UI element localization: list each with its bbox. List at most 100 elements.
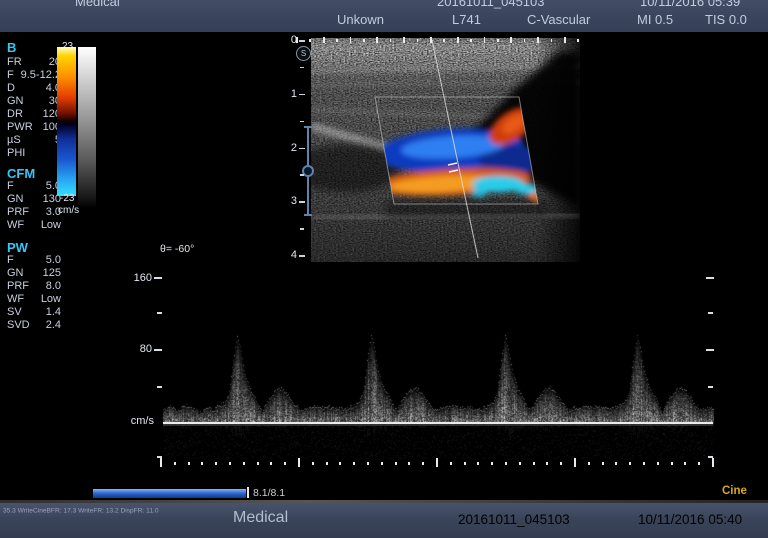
time-tick-minor [326, 462, 328, 465]
param-row: FR20 [7, 56, 59, 69]
param-value: 8.0 [46, 280, 61, 293]
ruler-dot [497, 39, 499, 42]
width-ruler [296, 37, 578, 45]
preset-label: C-Vascular [527, 12, 590, 27]
time-tick-minor [312, 462, 314, 465]
time-tick-minor [519, 462, 521, 465]
colorbar-min-label: -23 [60, 193, 74, 204]
cfm-params: F5.0GN130PRF3.0WFLow [7, 180, 59, 232]
param-row: PWR100 [7, 121, 59, 134]
time-tick-minor [367, 462, 369, 465]
probe-label: L741 [452, 12, 481, 27]
velocity-tick [157, 386, 162, 388]
time-tick-minor [505, 462, 507, 465]
param-label: PHI [7, 147, 25, 159]
depth-tick-major [299, 255, 305, 257]
frame-rate-debug-text: 35.3 WriteCineBFR: 17.3 WriteFR: 13.2 Di… [3, 507, 159, 514]
param-label: GN [7, 267, 24, 279]
time-tick-minor [615, 462, 617, 465]
depth-tick-major [299, 40, 305, 42]
time-tick-minor [201, 462, 203, 465]
velocity-tick [706, 349, 714, 351]
pw-params: F5.0GN125PRF8.0WFLowSV1.4SVD2.4 [7, 254, 59, 332]
gate-depth-marker[interactable] [302, 165, 314, 177]
datetime-top: 10/11/2016 05:39 [640, 0, 740, 9]
ruler-dot [390, 39, 392, 42]
app-title-bottom: Medical [233, 509, 288, 527]
time-tick-minor [533, 462, 535, 465]
time-tick-minor [491, 462, 493, 465]
param-label: SV [7, 306, 22, 318]
time-tick-minor [215, 462, 217, 465]
time-tick-minor [546, 462, 548, 465]
gray-map-bar [78, 47, 96, 208]
bracket-top-cap [304, 126, 312, 128]
ruler-tick [564, 37, 566, 43]
ruler-dot [551, 39, 553, 42]
cine-progress-bar[interactable] [93, 489, 246, 498]
vendor-logo: S [296, 46, 311, 61]
depth-tick-major [299, 201, 305, 203]
ruler-dot [577, 39, 579, 42]
depth-label: 1 [283, 88, 297, 100]
ruler-tick [403, 37, 405, 43]
depth-tick-minor [300, 121, 304, 123]
mi-value: MI 0.5 [637, 12, 673, 27]
param-label: GN [7, 193, 24, 205]
cfm-colorbar [57, 47, 76, 196]
ruler-dot [309, 39, 311, 42]
spectral-baseline[interactable] [163, 422, 713, 424]
time-tick-minor [671, 462, 673, 465]
ruler-dot [336, 39, 338, 42]
time-tick-minor [408, 462, 410, 465]
depth-tick-minor [300, 174, 304, 176]
bracket-bottom-cap [304, 214, 312, 216]
depth-label: 4 [283, 249, 297, 261]
time-tick-minor [464, 462, 466, 465]
param-row: SVD2.4 [7, 319, 59, 332]
velocity-unit-label: cm/s [120, 415, 154, 427]
time-tick-minor [602, 462, 604, 465]
time-tick-minor [629, 462, 631, 465]
time-tick-minor [284, 462, 286, 465]
ruler-tick [350, 37, 352, 43]
study-id-top: 20161011_045103 [437, 0, 545, 9]
ruler-dot [443, 39, 445, 42]
param-label: F [7, 69, 14, 81]
time-tick-minor [257, 462, 259, 465]
time-tick-minor [560, 462, 562, 465]
velocity-tick [154, 277, 162, 279]
param-label: GN [7, 95, 24, 107]
param-row: WFLow [7, 219, 59, 232]
time-tick-minor [422, 462, 424, 465]
param-value: 2.4 [46, 319, 61, 332]
spectral-doppler-trace [160, 268, 714, 460]
time-tick-major [574, 458, 576, 467]
patient-name: Unkown [337, 12, 384, 27]
angle-correction-label: θ= -60° [160, 243, 194, 255]
ruler-tick [537, 37, 539, 43]
param-row: GN130 [7, 193, 59, 206]
ruler-tick [457, 37, 459, 43]
ruler-dot [524, 39, 526, 42]
param-row: SV 1.4 [7, 306, 59, 319]
depth-tick-minor [300, 67, 304, 69]
velocity-tick [154, 349, 162, 351]
cine-mode-label: Cine [722, 485, 747, 497]
depth-label: 0 [283, 34, 297, 46]
cine-position-marker[interactable] [247, 487, 249, 498]
param-row: GN30 [7, 95, 59, 108]
time-tick-minor [270, 462, 272, 465]
param-value: Low [41, 219, 61, 232]
param-row: F5.0 [7, 254, 59, 267]
tis-value: TIS 0.0 [705, 12, 747, 27]
param-row: WFLow [7, 293, 59, 306]
time-tick-minor [174, 462, 176, 465]
datetime-bottom: 10/11/2016 05:40 [638, 512, 742, 527]
param-value: 1.4 [46, 306, 61, 319]
param-row: F 9.5-12.2 [7, 69, 59, 82]
param-row: PRF3.0 [7, 206, 59, 219]
param-row: PRF8.0 [7, 280, 59, 293]
b-mode-params: FR20F9.5-12.2D4.0GN30DR120PWR100µS5PHI [7, 56, 59, 160]
param-value: 9.5-12.2 [21, 69, 61, 82]
